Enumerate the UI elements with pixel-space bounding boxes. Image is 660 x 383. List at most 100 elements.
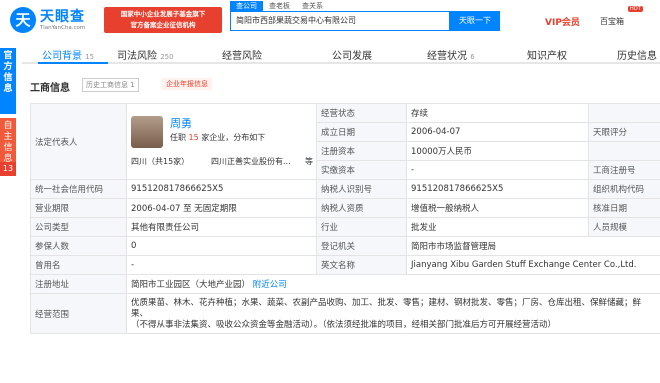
tab-label: 知识产权 (527, 51, 567, 62)
table-row: 注册地址 简阳市工业园区（大地产业园） 附近公司 (30, 274, 660, 294)
vip-member-link[interactable]: VIP会员 (545, 15, 580, 28)
paid-capital-value: - (406, 160, 589, 180)
side-tab-count-badge: 13 (0, 162, 16, 176)
scope-cell: 优质果苗、林木、花卉种植；水果、蔬菜、农副产品收购、加工、批发、零售；建材、钢材… (126, 293, 660, 334)
empty-cell (588, 141, 660, 161)
tab-company-background[interactable]: 公司背景 15 (42, 47, 94, 62)
table-row: 参保人数 0 登记机关 简阳市市场监督管理局 (30, 236, 660, 256)
rating-label: 天眼评分 (588, 122, 660, 142)
taxid-value: 915120817866625X5 (406, 179, 589, 199)
taxpayer-type-value: 增值税一般纳税人 (406, 198, 589, 218)
term-label: 营业期限 (30, 198, 127, 218)
capital-value: 10000万人民币 (406, 141, 589, 161)
paid-capital-label: 实缴资本 (316, 160, 407, 180)
staff-size-label: 人员规模 (588, 217, 660, 237)
toolbox-menu[interactable]: 百宝箱 (600, 16, 624, 27)
credit-code-label: 统一社会信用代码 (30, 179, 127, 199)
avatar[interactable] (131, 115, 163, 148)
legal-rep-etc: 等 (305, 156, 313, 166)
tab-count: 250 (160, 53, 174, 61)
english-name-value: Jianyang Xibu Garden Stuff Exchange Cent… (406, 255, 660, 275)
tab-history-info[interactable]: 历史信息 (617, 47, 657, 62)
legal-rep-region[interactable]: 四川（共15家） (131, 156, 189, 167)
gov-badge-line2: 官方备案企业征信机构 (130, 21, 196, 29)
org-code-label: 组织机构代码 (588, 179, 660, 199)
section-title: 工商信息 (30, 83, 70, 94)
search-button[interactable]: 天眼一下 (450, 11, 500, 31)
scope-line2: （不得从事非法集资、吸收公众资金等金融活动）。（依法须经批准的项目，经相关部门批… (131, 320, 557, 330)
found-date-label: 成立日期 (316, 122, 407, 142)
status-value: 存续 (406, 103, 589, 123)
legal-rep-label: 法定代表人 (30, 103, 127, 180)
legal-rep-summary: 任职 15 家企业，分布如下 (170, 132, 265, 143)
term-value: 2006-04-07 至 无固定期限 (126, 198, 317, 218)
legal-rep-company[interactable]: 四川正善实业股份有... (211, 156, 291, 167)
credit-code-value: 915120817866625X5 (126, 179, 317, 199)
company-type-label: 公司类型 (30, 217, 127, 237)
taxpayer-type-label: 纳税人资质 (316, 198, 407, 218)
industry-label: 行业 (316, 217, 407, 237)
approve-date-label: 核准日期 (588, 198, 660, 218)
scope-line1: 优质果苗、林木、花卉种植；水果、蔬菜、农副产品收购、加工、批发、零售；建材、钢材… (131, 298, 642, 319)
tab-intellectual-property[interactable]: 知识产权 (527, 47, 567, 62)
active-tab-underline (38, 62, 108, 64)
search-input[interactable]: 简阳市西部果蔬交易中心有限公司 (230, 11, 450, 31)
former-name-label: 曾用名 (30, 255, 127, 275)
industry-value: 批发业 (406, 217, 589, 237)
table-row: 公司类型 其他有限责任公司 行业 批发业 人员规模 (30, 217, 660, 237)
search-tab-company[interactable]: 查公司 (230, 1, 263, 11)
authority-value: 简阳市市场监督管理局 (406, 236, 660, 256)
capital-label: 注册资本 (316, 141, 407, 161)
logo-text[interactable]: 天眼查 (40, 6, 85, 26)
legal-rep-cell: 周勇 任职 15 家企业，分布如下 四川（共15家） 四川正善实业股份有... … (126, 103, 317, 180)
business-info-table: 法定代表人 周勇 任职 15 家企业，分布如下 四川（共15家） 四川正善实业股… (30, 103, 660, 334)
insured-label: 参保人数 (30, 236, 127, 256)
status-label: 经营状态 (316, 103, 407, 123)
search-tab-boss[interactable]: 查老板 (263, 1, 296, 11)
tab-operating-status[interactable]: 经营状况 6 (427, 47, 475, 62)
tab-label: 历史信息 (617, 51, 657, 62)
reg-no-label: 工商注册号 (588, 160, 660, 180)
scope-label: 经营范围 (30, 293, 127, 334)
side-tab-self-info[interactable]: 自主信息 (0, 118, 16, 164)
gov-badge: 国家中小企业发展子基金旗下 官方备案企业征信机构 (104, 7, 222, 33)
search-type-tabs: 查公司 查老板 查关系 (230, 1, 329, 11)
legal-rep-name[interactable]: 周勇 (170, 115, 192, 131)
side-tab-official-info[interactable]: 官方信息 (0, 48, 16, 114)
hot-badge: HOT (628, 6, 643, 12)
tab-label: 司法风险 (117, 51, 157, 62)
company-nav-tabs: 公司背景 15 司法风险 250 经营风险 公司发展 经营状况 6 知识产权 历… (22, 44, 660, 64)
tab-label: 公司发展 (332, 51, 372, 62)
empty-cell (588, 103, 660, 123)
address-label: 注册地址 (30, 274, 127, 294)
logo-subtext: TianYanCha.com (40, 25, 86, 31)
insured-value: 0 (126, 236, 317, 256)
address-value: 简阳市工业园区（大地产业园） (131, 280, 251, 290)
company-type-value: 其他有限责任公司 (126, 217, 317, 237)
history-business-info-link[interactable]: 历史工商信息 1 (82, 78, 139, 92)
gov-badge-line1: 国家中小企业发展子基金旗下 (120, 10, 206, 18)
summary-count: 15 (188, 132, 199, 142)
summary-prefix: 任职 (170, 132, 186, 142)
former-name-value: - (126, 255, 317, 275)
tab-label: 经营风险 (222, 51, 262, 62)
found-date-value: 2006-04-07 (406, 122, 589, 142)
summary-suffix: 家企业，分布如下 (201, 132, 266, 142)
tab-label: 经营状况 (427, 51, 467, 62)
table-row: 曾用名 - 英文名称 Jianyang Xibu Garden Stuff Ex… (30, 255, 660, 275)
top-header: 天 天眼查 TianYanCha.com 国家中小企业发展子基金旗下 官方备案企… (0, 0, 660, 44)
taxid-label: 纳税人识别号 (316, 179, 407, 199)
tab-operating-risk[interactable]: 经营风险 (222, 47, 262, 62)
annual-report-tag[interactable]: 企业年报信息 (162, 78, 212, 90)
table-row: 经营范围 优质果苗、林木、花卉种植；水果、蔬菜、农副产品收购、加工、批发、零售；… (30, 293, 660, 334)
tianyancha-logo-icon[interactable]: 天 (10, 7, 36, 33)
search-tab-relation[interactable]: 查关系 (296, 1, 329, 11)
tab-company-development[interactable]: 公司发展 (332, 47, 372, 62)
authority-label: 登记机关 (316, 236, 407, 256)
table-row: 统一社会信用代码 915120817866625X5 纳税人识别号 915120… (30, 179, 660, 199)
tab-judicial-risk[interactable]: 司法风险 250 (117, 47, 174, 62)
nearby-companies-link[interactable]: 附近公司 (253, 280, 287, 290)
tab-count: 15 (85, 53, 95, 61)
tab-count: 6 (470, 53, 475, 61)
legal-rep-box: 周勇 任职 15 家企业，分布如下 四川（共15家） 四川正善实业股份有... … (128, 110, 316, 174)
